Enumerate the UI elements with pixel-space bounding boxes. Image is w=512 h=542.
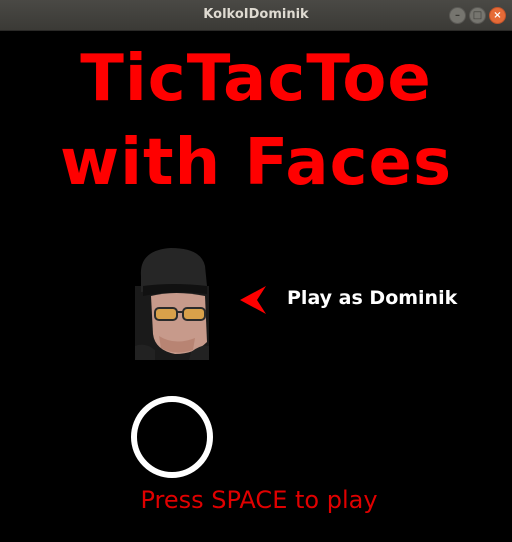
player-face-icon <box>135 248 209 360</box>
close-button[interactable]: × <box>489 7 506 24</box>
minimize-button[interactable]: – <box>449 7 466 24</box>
game-title-line-1: TicTacToe <box>80 42 432 116</box>
window-titlebar[interactable]: KolkoIDominik – □ × <box>0 0 512 31</box>
arrow-left-icon <box>240 286 266 314</box>
window-controls: – □ × <box>449 7 506 24</box>
game-canvas[interactable]: TicTacToe with Faces Play as Dominik Pre… <box>0 31 512 542</box>
app-window: KolkoIDominik – □ × TicTacToe with Faces <box>0 0 512 542</box>
window-title: KolkoIDominik <box>203 7 309 22</box>
circle-o-icon <box>131 396 213 478</box>
play-as-label[interactable]: Play as Dominik <box>287 287 457 309</box>
press-space-prompt: Press SPACE to play <box>140 486 378 514</box>
game-title-line-2: with Faces <box>59 126 453 200</box>
maximize-button[interactable]: □ <box>469 7 486 24</box>
